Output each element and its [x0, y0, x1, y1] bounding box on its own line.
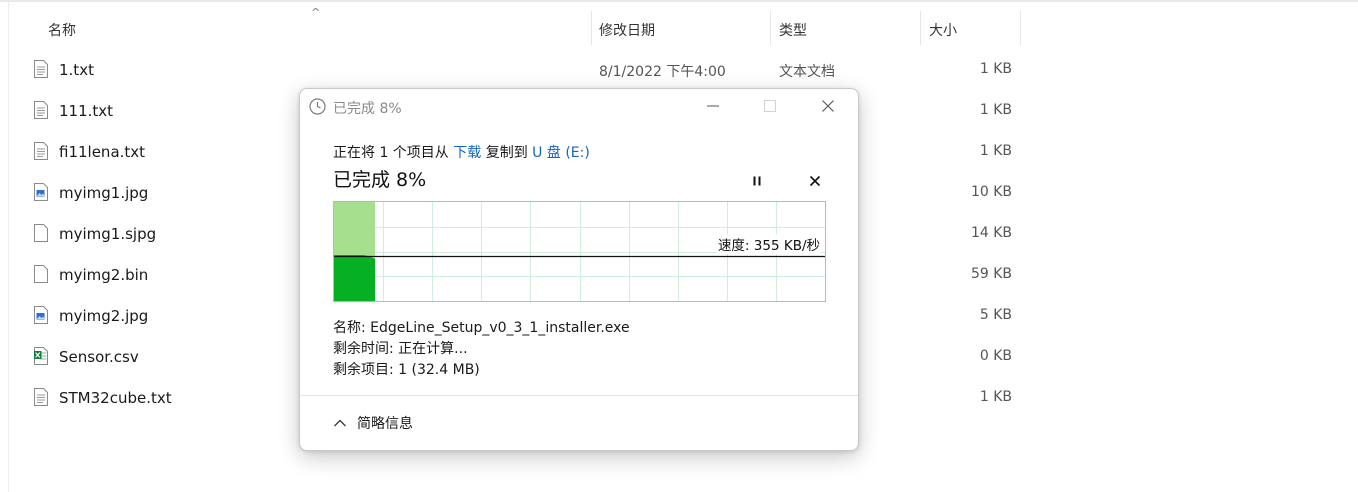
minimize-icon	[707, 105, 719, 107]
column-header-size-label: 大小	[929, 23, 957, 39]
file-name: myimg2.jpg	[59, 307, 149, 325]
dialog-title: 已完成 8%	[333, 101, 402, 117]
file-name: fi11lena.txt	[59, 143, 146, 161]
text-file-icon	[34, 101, 48, 119]
blank-file-icon	[34, 224, 48, 242]
column-header-type[interactable]: 类型	[771, 11, 921, 45]
text-file-icon	[34, 142, 48, 160]
pause-button[interactable]	[747, 171, 767, 191]
file-name: STM32cube.txt	[59, 389, 172, 407]
file-size: 14 KB	[970, 225, 1012, 241]
file-type: 文本文档	[779, 64, 835, 80]
text-file-icon	[34, 388, 48, 406]
cancel-copy-button[interactable]	[805, 171, 825, 191]
file-name: 1.txt	[59, 61, 94, 79]
blank-file-icon	[34, 265, 48, 283]
file-name: 111.txt	[59, 102, 114, 120]
file-name-row: 名称: EdgeLine_Setup_v0_3_1_installer.exe	[333, 317, 630, 337]
copy-middle-text: 复制到	[481, 145, 533, 161]
close-icon	[822, 100, 834, 112]
image-file-icon	[34, 306, 48, 324]
items-remaining-row: 剩余项目: 1 (32.4 MB)	[333, 359, 480, 379]
items-remaining-label: 剩余项目:	[333, 362, 399, 378]
percent-complete: 已完成 8%	[333, 169, 427, 191]
column-header-date-label: 修改日期	[599, 23, 655, 39]
source-folder-link[interactable]: 下载	[453, 145, 481, 161]
speed-area	[334, 255, 375, 301]
file-name: myimg1.jpg	[59, 184, 149, 202]
file-name: myimg2.bin	[59, 266, 149, 284]
destination-drive-link[interactable]: U 盘 (E:)	[532, 145, 590, 161]
file-row[interactable]: 1.txt 8/1/2022 下午4:00 文本文档 1 KB	[0, 50, 1020, 91]
column-header-type-label: 类型	[779, 23, 807, 39]
file-name: myimg1.sjpg	[59, 225, 157, 243]
copy-progress-dialog: 已完成 8% 正在将 1 个项目从 下载 复制到 U 盘 (E:) 已完成 8%…	[299, 88, 859, 451]
image-file-icon	[34, 183, 48, 201]
file-size: 1 KB	[979, 389, 1012, 405]
cancel-icon	[809, 175, 821, 187]
dialog-divider	[300, 395, 858, 396]
file-size: 1 KB	[979, 61, 1012, 77]
file-date: 8/1/2022 下午4:00	[599, 64, 726, 80]
file-name-label: 名称:	[333, 320, 371, 336]
top-border	[0, 0, 1358, 2]
file-size: 59 KB	[970, 266, 1012, 282]
file-size: 5 KB	[979, 307, 1012, 323]
close-window-button[interactable]	[810, 94, 846, 118]
maximize-button	[752, 94, 788, 118]
file-size: 10 KB	[970, 184, 1012, 200]
column-header-date[interactable]: 修改日期	[592, 11, 771, 45]
fewer-details-label: 简略信息	[357, 416, 413, 432]
excel-file-icon	[34, 347, 48, 365]
transfer-speed: 速度: 355 KB/秒	[716, 234, 821, 254]
transfer-speed-graph: 速度: 355 KB/秒	[333, 201, 826, 302]
clock-icon	[309, 98, 326, 115]
chevron-up-icon	[334, 419, 346, 427]
copy-description: 正在将 1 个项目从 下载 复制到 U 盘 (E:)	[333, 142, 590, 162]
file-name-value: EdgeLine_Setup_v0_3_1_installer.exe	[370, 320, 630, 336]
pause-icon	[753, 176, 761, 186]
file-size: 1 KB	[979, 102, 1012, 118]
fewer-details-toggle[interactable]: 简略信息	[333, 410, 413, 436]
file-size: 1 KB	[979, 143, 1012, 159]
time-remaining-row: 剩余时间: 正在计算...	[333, 338, 468, 358]
minimize-button[interactable]	[695, 94, 731, 118]
column-header-name-label: 名称	[48, 23, 76, 39]
time-remaining-label: 剩余时间:	[333, 341, 399, 357]
copy-prefix-text: 正在将 1 个项目从	[333, 145, 454, 161]
file-name: Sensor.csv	[59, 348, 139, 366]
text-file-icon	[34, 60, 48, 78]
items-remaining-value: 1 (32.4 MB)	[398, 362, 480, 378]
file-size: 0 KB	[979, 348, 1012, 364]
sort-ascending-icon: ^	[311, 6, 321, 19]
time-remaining-value: 正在计算...	[398, 341, 468, 357]
maximize-icon	[764, 100, 776, 112]
column-header-size[interactable]: 大小	[921, 11, 1021, 45]
